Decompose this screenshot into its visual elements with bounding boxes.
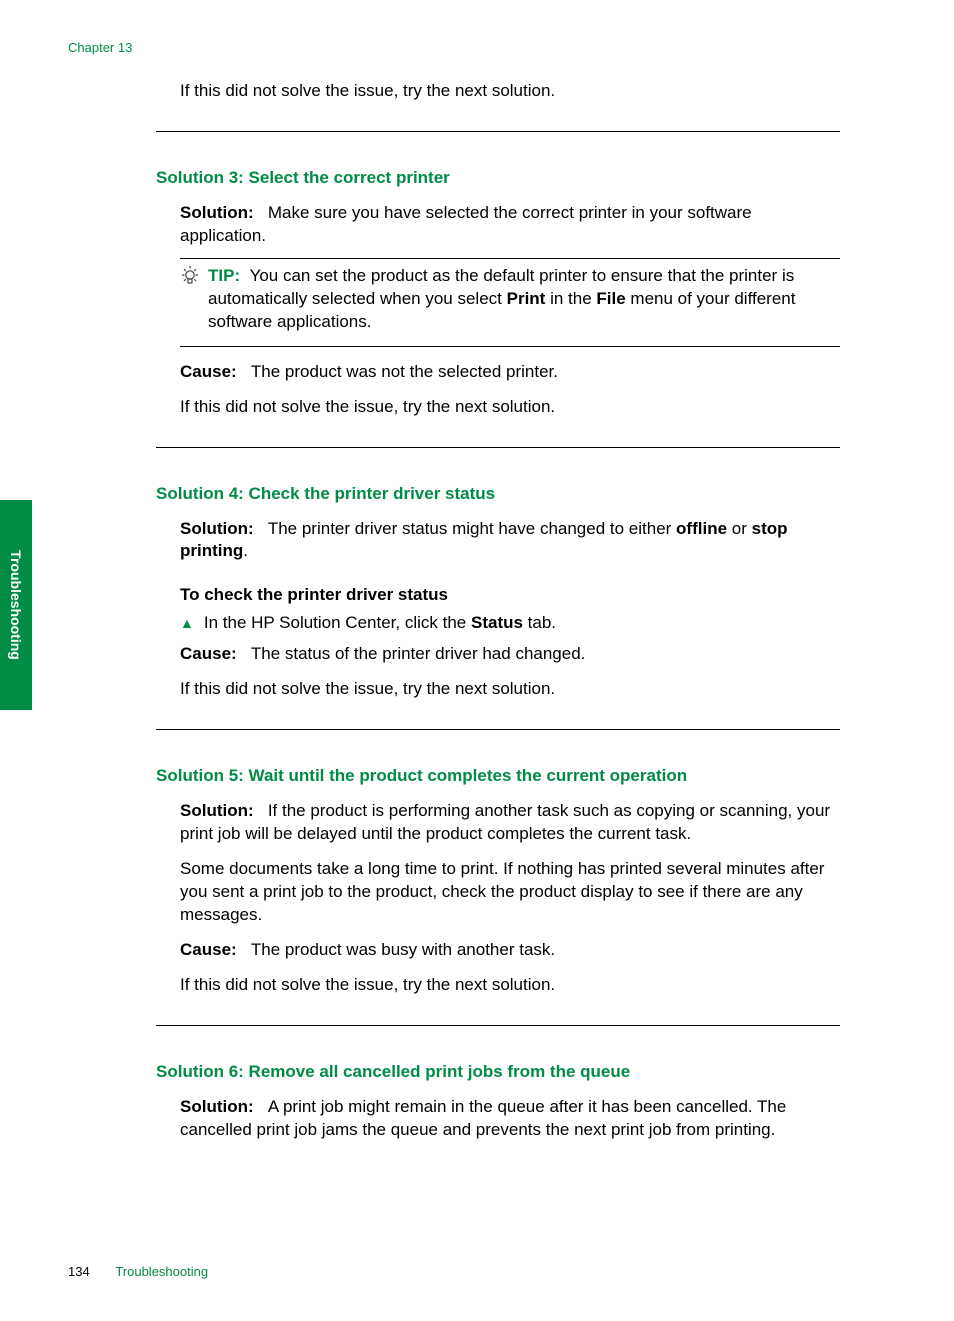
solution-5-retry: If this did not solve the issue, try the…: [180, 974, 840, 997]
lightbulb-icon: [180, 265, 200, 292]
solution-4-heading: Solution 4: Check the printer driver sta…: [156, 484, 840, 504]
page-footer: 134 Troubleshooting: [68, 1264, 208, 1279]
solution-label: Solution:: [180, 519, 254, 538]
period: .: [243, 541, 248, 560]
cause-label: Cause:: [180, 940, 237, 959]
solution-body-1: The printer driver status might have cha…: [268, 519, 676, 538]
tip-text: TIP: You can set the product as the defa…: [208, 265, 840, 334]
solution-5-text: Solution: If the product is performing a…: [180, 800, 840, 846]
solution-3-text: Solution: Make sure you have selected th…: [180, 202, 840, 248]
tip-file-bold: File: [596, 289, 625, 308]
solution-label: Solution:: [180, 203, 254, 222]
solution-5-heading: Solution 5: Wait until the product compl…: [156, 766, 840, 786]
offline-bold: offline: [676, 519, 727, 538]
step-text-2: tab.: [523, 613, 556, 632]
solution-4-retry: If this did not solve the issue, try the…: [180, 678, 840, 701]
triangle-marker-icon: ▲: [180, 615, 194, 635]
solution-3-retry: If this did not solve the issue, try the…: [180, 396, 840, 419]
section-divider: [156, 447, 840, 448]
solution-label: Solution:: [180, 801, 254, 820]
intro-retry-text: If this did not solve the issue, try the…: [180, 80, 840, 103]
tip-box: TIP: You can set the product as the defa…: [180, 258, 840, 347]
cause-label: Cause:: [180, 644, 237, 663]
step-text-1: In the HP Solution Center, click the: [204, 613, 471, 632]
content-area: If this did not solve the issue, try the…: [180, 80, 840, 1148]
solution-label: Solution:: [180, 1097, 254, 1116]
cause-body: The status of the printer driver had cha…: [251, 644, 586, 663]
side-tab-text: Troubleshooting: [8, 550, 24, 660]
solution-body: A print job might remain in the queue af…: [180, 1097, 786, 1139]
tip-print-bold: Print: [507, 289, 546, 308]
chapter-label: Chapter 13: [68, 40, 132, 55]
solution-3-heading: Solution 3: Select the correct printer: [156, 168, 840, 188]
page-number: 134: [68, 1264, 90, 1279]
tip-label: TIP:: [208, 266, 240, 285]
step-text: In the HP Solution Center, click the Sta…: [204, 613, 556, 633]
solution-body: Make sure you have selected the correct …: [180, 203, 752, 245]
solution-3-cause: Cause: The product was not the selected …: [180, 361, 840, 384]
solution-6-text: Solution: A print job might remain in th…: [180, 1096, 840, 1142]
cause-body: The product was busy with another task.: [251, 940, 555, 959]
solution-5-cause: Cause: The product was busy with another…: [180, 939, 840, 962]
procedure-step: ▲ In the HP Solution Center, click the S…: [180, 613, 840, 633]
procedure-heading: To check the printer driver status: [180, 585, 840, 605]
solution-6-heading: Solution 6: Remove all cancelled print j…: [156, 1062, 840, 1082]
section-divider: [156, 729, 840, 730]
section-divider: [156, 1025, 840, 1026]
tip-in-the: in the: [545, 289, 596, 308]
or-text: or: [727, 519, 752, 538]
solution-4-cause: Cause: The status of the printer driver …: [180, 643, 840, 666]
footer-section-label: Troubleshooting: [115, 1264, 208, 1279]
solution-5-para2: Some documents take a long time to print…: [180, 858, 840, 927]
cause-body: The product was not the selected printer…: [251, 362, 558, 381]
section-divider: [156, 131, 840, 132]
side-tab: Troubleshooting: [0, 500, 32, 710]
status-bold: Status: [471, 613, 523, 632]
solution-4-text: Solution: The printer driver status migh…: [180, 518, 840, 564]
cause-label: Cause:: [180, 362, 237, 381]
solution-body: If the product is performing another tas…: [180, 801, 830, 843]
